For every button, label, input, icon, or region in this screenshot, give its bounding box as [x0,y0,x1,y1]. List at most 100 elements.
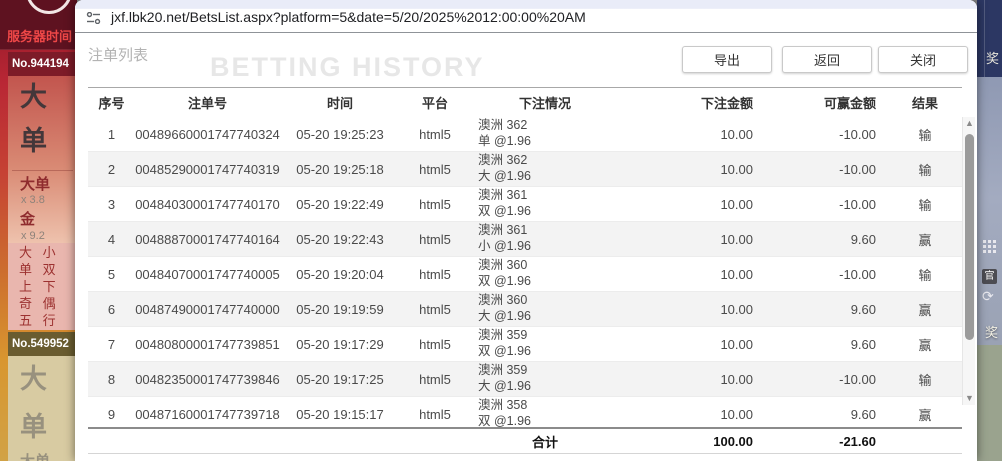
bet-detail-line1: 澳洲 359 [478,328,620,344]
bet-detail-line2: 大 @1.96 [478,379,620,395]
odds-item-label[interactable]: 大单 [20,177,50,192]
bet-type-left[interactable]: 单 [19,261,39,278]
cell-no: 9 [88,407,135,422]
refresh-icon[interactable]: ⟳ [982,289,994,303]
bet-detail-line1: 澳洲 362 [478,118,620,134]
right-header-strip: 奖 [977,0,1002,77]
bet-option-big[interactable]: 大 [20,366,47,393]
cell-platform: html5 [400,407,470,422]
cell-time: 05-20 19:19:59 [280,302,400,317]
cell-bet-detail: 澳洲 359 大 @1.96 [470,363,620,394]
table-scrollbar[interactable]: ▲ ▼ [962,117,975,405]
bet-detail-line2: 双 @1.96 [478,344,620,360]
bet-type-menu-row[interactable]: 大 小 [8,244,77,261]
table-row[interactable]: 2 00485290001747740319 05-20 19:25:18 ht… [88,152,962,187]
bet-type-right[interactable]: 下 [43,278,63,295]
cell-bet-id: 00487160001747739718 [135,407,280,422]
table-total-row: 合计 100.00 -21.60 [88,427,962,454]
col-header-time: 时间 [280,93,400,112]
bet-option-odd[interactable]: 单 [20,128,47,155]
cell-amount: 10.00 [620,372,765,387]
cell-result: 赢 [888,405,962,424]
cell-winnable: 9.60 [765,302,888,317]
cell-result: 赢 [888,300,962,319]
cell-result: 输 [888,125,962,144]
cell-no: 5 [88,267,135,282]
bet-card-1: No.944194 大 单 大单 x 3.8 金 x 9.2 大 小 [8,52,77,330]
export-button[interactable]: 导出 [682,46,772,73]
bet-type-right[interactable]: 行 [43,312,63,329]
scroll-up-icon[interactable]: ▲ [963,117,976,130]
total-amount: 100.00 [620,434,765,449]
cell-no: 3 [88,197,135,212]
bet-card-2-number: No.549952 [8,332,77,356]
odds-item-label[interactable]: 大单 [20,450,50,461]
bet-type-right[interactable]: 小 [43,244,63,261]
bet-detail-line1: 澳洲 358 [478,398,620,414]
cell-bet-id: 00482350001747739846 [135,372,280,387]
prize-label: 奖 [985,322,998,341]
bet-type-left[interactable]: 五 [19,312,39,329]
odds-item-label[interactable]: 金 [20,212,35,227]
prize-column-label: 奖 [986,48,999,67]
cell-amount: 10.00 [620,337,765,352]
cell-winnable: 9.60 [765,337,888,352]
scrollbar-thumb[interactable] [965,134,974,340]
bet-type-left[interactable]: 奇 [19,295,39,312]
bet-option-odd[interactable]: 单 [20,414,47,441]
table-body: 1 00489660001747740324 05-20 19:25:23 ht… [88,117,962,427]
table-row[interactable]: 9 00487160001747739718 05-20 19:15:17 ht… [88,397,962,427]
bets-list-popup: jxf.lbk20.net/BetsList.aspx?platform=5&d… [75,0,977,461]
bet-type-left[interactable]: 大 [19,244,39,261]
background-left-panel: 服务器时间 No.944194 大 单 大单 x 3.8 金 x 9.2 大 小 [0,0,77,461]
table-row[interactable]: 7 00480800001747739851 05-20 19:17:29 ht… [88,327,962,362]
cell-amount: 10.00 [620,407,765,422]
cell-amount: 10.00 [620,162,765,177]
url-text[interactable]: jxf.lbk20.net/BetsList.aspx?platform=5&d… [111,9,586,25]
cell-bet-id: 00480800001747739851 [135,337,280,352]
cell-time: 05-20 19:15:17 [280,407,400,422]
cell-bet-detail: 澳洲 359 双 @1.96 [470,328,620,359]
bet-type-menu-row[interactable]: 上 下 [8,278,77,295]
bet-option-big[interactable]: 大 [20,84,47,111]
table-row[interactable]: 1 00489660001747740324 05-20 19:25:23 ht… [88,117,962,152]
cell-winnable: -10.00 [765,197,888,212]
cell-result: 输 [888,195,962,214]
table-row[interactable]: 3 00484030001747740170 05-20 19:22:49 ht… [88,187,962,222]
col-header-no: 序号 [88,93,135,112]
cell-winnable: -10.00 [765,127,888,142]
col-header-bet-id: 注单号 [135,93,280,112]
table-row[interactable]: 8 00482350001747739846 05-20 19:17:25 ht… [88,362,962,397]
table-row[interactable]: 6 00487490001747740000 05-20 19:19:59 ht… [88,292,962,327]
bet-type-left[interactable]: 上 [19,278,39,295]
scroll-down-icon[interactable]: ▼ [963,392,976,405]
table-row[interactable]: 4 00488870001747740164 05-20 19:22:43 ht… [88,222,962,257]
bet-type-right[interactable]: 偶 [43,295,63,312]
cell-winnable: -10.00 [765,267,888,282]
bet-card-1-number: No.944194 [8,52,77,76]
bet-detail-line1: 澳洲 359 [478,363,620,379]
bet-detail-line2: 大 @1.96 [478,309,620,325]
total-label: 合计 [470,432,620,451]
grid-icon[interactable] [983,240,997,254]
table-header-row: 序号 注单号 时间 平台 下注情况 下注金额 可赢金额 结果 [88,87,962,117]
bet-type-menu-row[interactable]: 奇 偶 [8,295,77,312]
cell-bet-detail: 澳洲 362 大 @1.96 [470,153,620,184]
bet-detail-line1: 澳洲 362 [478,153,620,169]
bet-type-menu-row[interactable]: 单 双 [8,261,77,278]
background-right-panel: 奖 官 ⟳ 奖 [977,0,1002,461]
table-row[interactable]: 5 00484070001747740005 05-20 19:20:04 ht… [88,257,962,292]
site-permissions-icon[interactable] [86,11,101,29]
cell-winnable: -10.00 [765,372,888,387]
cell-time: 05-20 19:20:04 [280,267,400,282]
close-button[interactable]: 关闭 [878,46,968,73]
cell-amount: 10.00 [620,302,765,317]
bet-type-right[interactable]: 双 [43,261,63,278]
cell-result: 赢 [888,335,962,354]
back-button[interactable]: 返回 [782,46,872,73]
cell-time: 05-20 19:22:43 [280,232,400,247]
cell-no: 6 [88,302,135,317]
bet-type-menu-row[interactable]: 五 行 [8,312,77,329]
bet-detail-line1: 澳洲 361 [478,188,620,204]
cell-result: 输 [888,370,962,389]
